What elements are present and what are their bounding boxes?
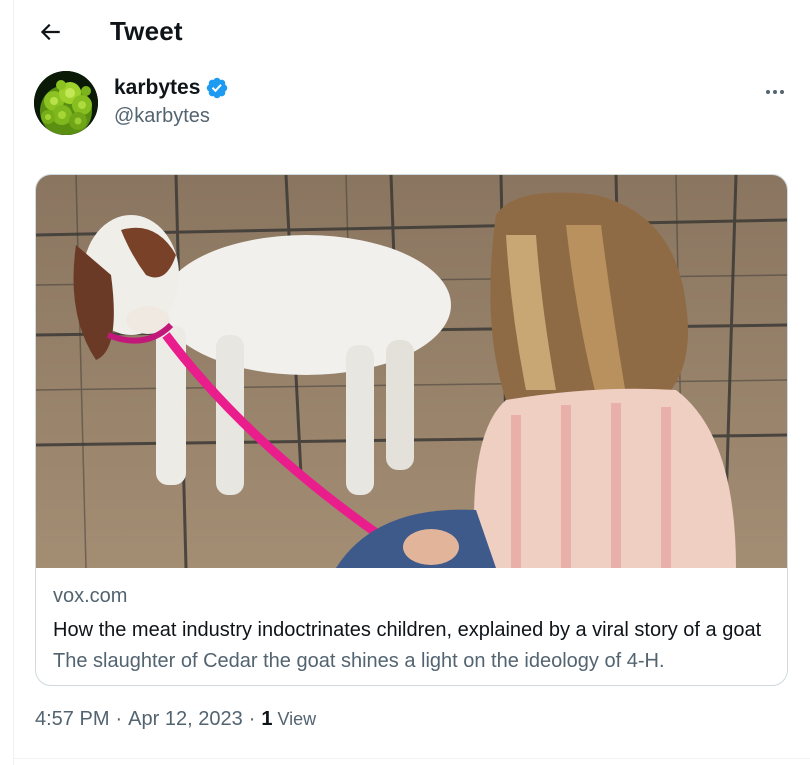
avatar[interactable] xyxy=(34,71,98,135)
card-title: How the meat industry indoctrinates chil… xyxy=(53,619,762,641)
bottom-divider xyxy=(14,758,810,759)
verified-badge-icon xyxy=(207,77,228,99)
meta-separator-2: · xyxy=(248,708,256,730)
back-button[interactable] xyxy=(32,14,68,50)
tweet-time[interactable]: 4:57 PM xyxy=(35,708,109,731)
more-options-button[interactable] xyxy=(758,75,792,109)
arrow-left-icon xyxy=(40,23,60,41)
card-description: The slaughter of Cedar the goat shines a… xyxy=(53,650,665,672)
author-handle[interactable]: @karbytes xyxy=(114,105,229,128)
views-label: View xyxy=(277,709,317,729)
card-text: vox.com How the meat industry indoctrina… xyxy=(53,585,773,673)
card-image[interactable] xyxy=(36,175,787,568)
card-domain: vox.com xyxy=(53,585,128,607)
views-count: 1 xyxy=(261,708,273,730)
meta-separator: · xyxy=(115,708,123,730)
author-names: karbytes @karbytes xyxy=(114,76,229,128)
link-preview-card[interactable]: vox.com How the meat industry indoctrina… xyxy=(35,174,788,686)
romanesco-avatar xyxy=(34,71,98,135)
page-title: Tweet xyxy=(110,16,183,46)
tweet-author: karbytes @karbytes xyxy=(34,71,794,137)
tweet-date[interactable]: Apr 12, 2023 xyxy=(128,708,243,731)
display-name[interactable]: karbytes xyxy=(114,76,200,100)
more-horizontal-icon xyxy=(766,90,784,94)
top-bar: Tweet xyxy=(14,0,810,68)
left-divider xyxy=(13,0,14,765)
tweet-metadata: 4:57 PM · Apr 12, 2023 · 1 View xyxy=(35,708,316,731)
